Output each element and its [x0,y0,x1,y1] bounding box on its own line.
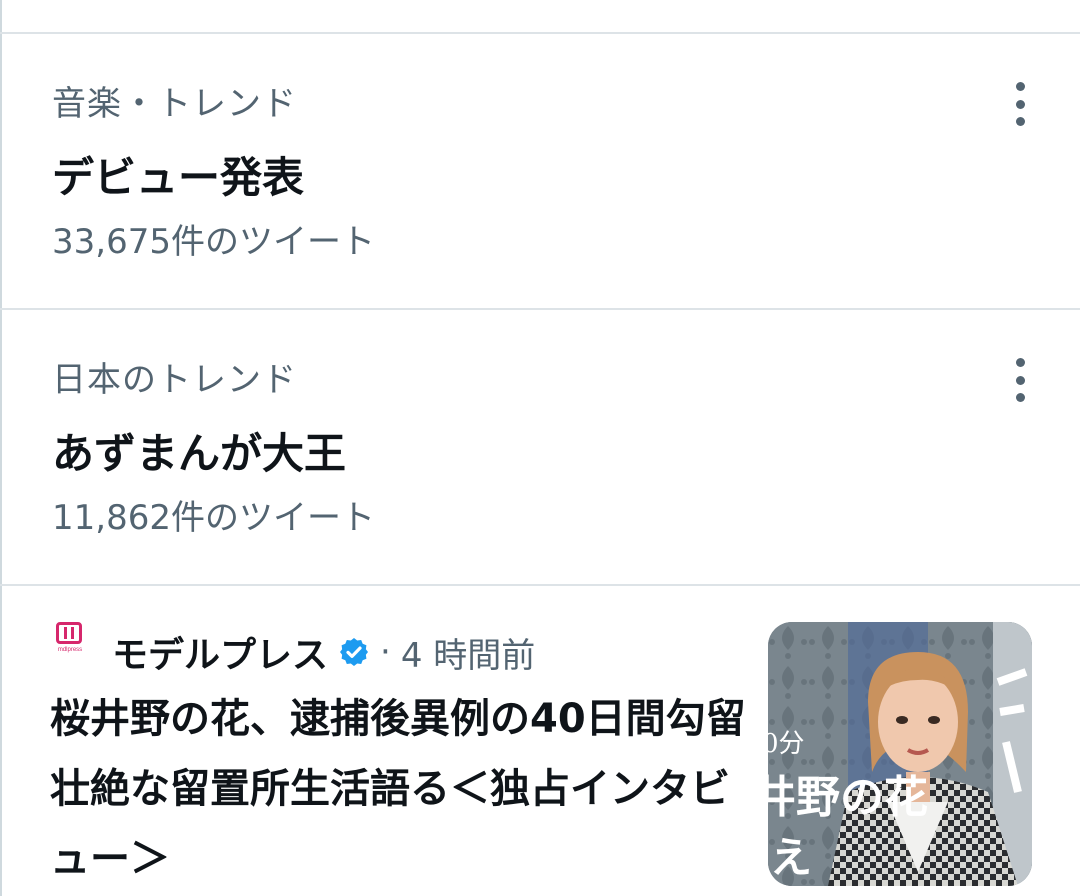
news-time: 4 時間前 [400,635,536,676]
logo-mark [56,622,82,644]
news-item[interactable]: mdlpress モデルプレス · 4 時間前 桜井野の花、逮捕後異例の40日間… [0,588,1080,896]
trend-title: デビュー発表 [52,153,305,202]
more-options-button[interactable] [1002,80,1038,128]
news-meta: モデルプレス · 4 時間前 [112,626,535,678]
thumbnail-text-3: え [770,833,812,882]
trend-tweet-count: 33,675件のツイート [52,222,375,262]
more-options-button[interactable] [1002,356,1038,404]
more-vertical-icon-dot [1015,117,1025,126]
news-thumbnail[interactable]: 0分 井野の花 え [768,622,1032,886]
trend-tweet-count: 11,862件のツイート [52,498,375,538]
more-vertical-icon-dot [1015,99,1025,109]
logo-text: mdlpress [57,647,83,653]
trend-title: あずまんが大王 [52,429,347,478]
more-vertical-icon [1015,82,1025,91]
trend-item[interactable]: 音楽・トレンド デビュー発表 33,675件のツイート [0,34,1080,308]
more-vertical-icon-dot [1015,393,1025,402]
thumbnail-text-1: 0分 [768,729,805,759]
news-source-name[interactable]: モデルプレス [112,626,328,678]
trend-context: 日本のトレンド [52,360,297,400]
thumbnail-image: 0分 井野の花 え [768,622,1032,886]
meta-separator: · [380,632,391,672]
verified-badge-icon [340,638,369,666]
thumbnail-text-2: 井野の花 [768,772,928,823]
divider [0,584,1080,586]
trend-context: 音楽・トレンド [52,84,297,124]
news-headline: 桜井野の花、逮捕後異例の40日間勾留 壮絶な留置所生活語る＜独占インタビュー＞ [50,696,746,882]
more-vertical-icon-dot [1015,375,1025,385]
more-vertical-icon [1015,358,1025,367]
modelpress-logo-icon: mdlpress [54,622,86,658]
trend-item[interactable]: 日本のトレンド あずまんが大王 11,862件のツイート [0,310,1080,584]
